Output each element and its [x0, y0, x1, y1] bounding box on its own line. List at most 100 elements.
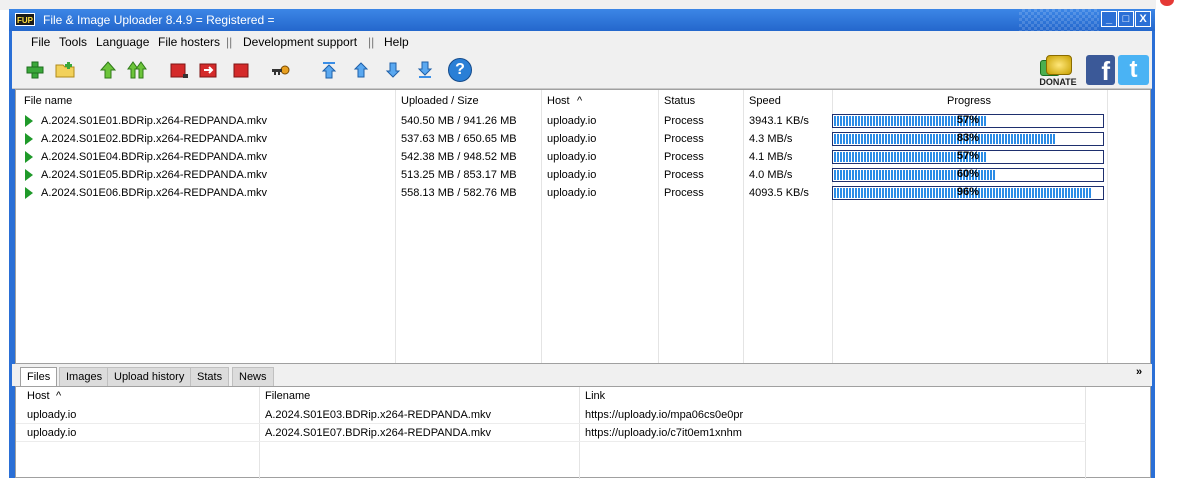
- stop-all-icon[interactable]: [198, 60, 220, 80]
- host: uploady.io: [27, 409, 77, 421]
- upload-row[interactable]: A.2024.S01E01.BDRip.x264-REDPANDA.mkv 54…: [16, 112, 1150, 130]
- help-icon[interactable]: ?: [448, 58, 472, 82]
- move-down-icon[interactable]: [382, 60, 404, 80]
- app-logo-icon: FUP: [15, 13, 35, 26]
- twitter-icon[interactable]: t: [1118, 55, 1149, 85]
- play-icon: [25, 151, 33, 163]
- column-header-filename[interactable]: Filename: [265, 390, 310, 402]
- link-row[interactable]: uploady.io A.2024.S01E07.BDRip.x264-REDP…: [16, 424, 1086, 442]
- tab-upload-history[interactable]: Upload history: [107, 367, 192, 386]
- close-button[interactable]: X: [1135, 11, 1151, 27]
- donate-label: DONATE: [1039, 77, 1077, 87]
- link-row[interactable]: uploady.io A.2024.S01E03.BDRip.x264-REDP…: [16, 406, 1086, 424]
- column-header-uploaded-size[interactable]: Uploaded / Size: [401, 95, 479, 107]
- desktop: FUP File & Image Uploader 8.4.9 = Regist…: [0, 0, 1178, 479]
- bottom-tab-bar: Files Images Upload history Stats News »: [12, 364, 1152, 386]
- play-icon: [25, 115, 33, 127]
- window-title: File & Image Uploader 8.4.9 = Registered…: [43, 13, 275, 27]
- upload-row[interactable]: A.2024.S01E04.BDRip.x264-REDPANDA.mkv 54…: [16, 148, 1150, 166]
- filename: A.2024.S01E03.BDRip.x264-REDPANDA.mkv: [265, 409, 492, 421]
- menu-separator: ||: [368, 35, 375, 49]
- tab-news[interactable]: News: [232, 367, 274, 386]
- progress-bar: 83%: [832, 132, 1104, 146]
- link[interactable]: https://uploady.io/c7it0em1xnhm: [585, 427, 742, 439]
- title-bar[interactable]: FUP File & Image Uploader 8.4.9 = Regist…: [9, 9, 1155, 31]
- stop-icon[interactable]: [168, 60, 190, 80]
- status: Process: [664, 115, 704, 127]
- filename: A.2024.S01E07.BDRip.x264-REDPANDA.mkv: [265, 427, 492, 439]
- uploaded-size: 513.25 MB / 853.17 MB: [401, 169, 517, 181]
- upload-row[interactable]: A.2024.S01E05.BDRip.x264-REDPANDA.mkv 51…: [16, 166, 1150, 184]
- uploaded-size: 540.50 MB / 941.26 MB: [401, 115, 517, 127]
- uploaded-size: 558.13 MB / 582.76 MB: [401, 187, 517, 199]
- play-icon: [25, 187, 33, 199]
- menu-development-support[interactable]: Development support: [243, 35, 357, 49]
- upload-all-icon[interactable]: [126, 60, 148, 80]
- menu-language[interactable]: Language: [96, 35, 149, 49]
- donate-button[interactable]: DONATE: [1032, 54, 1084, 88]
- maximize-button[interactable]: □: [1118, 11, 1134, 27]
- speed: 4.0 MB/s: [749, 169, 793, 181]
- speed: 3943.1 KB/s: [749, 115, 809, 127]
- menu-help[interactable]: Help: [384, 35, 409, 49]
- host: uploady.io: [547, 133, 597, 145]
- menu-separator: ||: [226, 35, 233, 49]
- uploaded-links-list[interactable]: Host ^ Filename Link uploady.io A.2024.S…: [15, 386, 1151, 479]
- add-folder-icon[interactable]: [54, 60, 76, 80]
- speed: 4.3 MB/s: [749, 133, 793, 145]
- menu-bar: File Tools Language File hosters || Deve…: [12, 31, 1152, 52]
- status: Process: [664, 133, 704, 145]
- upload-icon[interactable]: [97, 60, 119, 80]
- upload-row[interactable]: A.2024.S01E02.BDRip.x264-REDPANDA.mkv 53…: [16, 130, 1150, 148]
- host: uploady.io: [547, 151, 597, 163]
- key-icon[interactable]: [270, 60, 292, 80]
- menu-tools[interactable]: Tools: [59, 35, 87, 49]
- progress-label: 83%: [956, 132, 980, 144]
- tab-images[interactable]: Images: [59, 367, 110, 386]
- desktop-edge: [1156, 0, 1178, 478]
- file-name: A.2024.S01E05.BDRip.x264-REDPANDA.mkv: [41, 169, 268, 181]
- minimize-button[interactable]: _: [1101, 11, 1117, 27]
- file-name: A.2024.S01E02.BDRip.x264-REDPANDA.mkv: [41, 133, 268, 145]
- column-header-status[interactable]: Status: [664, 95, 695, 107]
- collapse-panel-icon[interactable]: »: [1136, 366, 1142, 378]
- status: Process: [664, 187, 704, 199]
- host: uploady.io: [547, 187, 597, 199]
- coin-icon: [1046, 55, 1072, 75]
- link[interactable]: https://uploady.io/mpa06cs0e0pr: [585, 409, 743, 421]
- titlebar-pattern: [1019, 9, 1099, 31]
- remove-icon[interactable]: [230, 60, 252, 80]
- move-bottom-icon[interactable]: [414, 60, 436, 80]
- column-header-file-name[interactable]: File name: [24, 95, 72, 107]
- sort-indicator-icon: ^: [56, 390, 62, 402]
- file-name: A.2024.S01E04.BDRip.x264-REDPANDA.mkv: [41, 151, 268, 163]
- upload-queue-list[interactable]: File name Uploaded / Size Host ^ Status …: [15, 89, 1151, 364]
- speed: 4093.5 KB/s: [749, 187, 809, 199]
- file-name: A.2024.S01E06.BDRip.x264-REDPANDA.mkv: [41, 187, 268, 199]
- speed: 4.1 MB/s: [749, 151, 793, 163]
- play-icon: [25, 169, 33, 181]
- move-top-icon[interactable]: [318, 60, 340, 80]
- add-files-icon[interactable]: [24, 60, 46, 80]
- host: uploady.io: [547, 115, 597, 127]
- menu-file-hosters[interactable]: File hosters: [158, 35, 220, 49]
- progress-bar: 96%: [832, 186, 1104, 200]
- menu-file[interactable]: File: [31, 35, 50, 49]
- host: uploady.io: [547, 169, 597, 181]
- app-window: FUP File & Image Uploader 8.4.9 = Regist…: [9, 9, 1155, 479]
- tab-files[interactable]: Files: [20, 367, 58, 386]
- move-up-icon[interactable]: [350, 60, 372, 80]
- status: Process: [664, 151, 704, 163]
- facebook-icon[interactable]: f: [1086, 55, 1115, 86]
- file-name: A.2024.S01E01.BDRip.x264-REDPANDA.mkv: [41, 115, 268, 127]
- uploaded-size: 542.38 MB / 948.52 MB: [401, 151, 517, 163]
- status: Process: [664, 169, 704, 181]
- column-header-progress[interactable]: Progress: [947, 95, 991, 107]
- progress-bar: 60%: [832, 168, 1104, 182]
- column-header-host[interactable]: Host: [27, 390, 50, 402]
- tab-stats[interactable]: Stats: [190, 367, 230, 386]
- column-header-host[interactable]: Host: [547, 95, 570, 107]
- column-header-speed[interactable]: Speed: [749, 95, 781, 107]
- column-header-link[interactable]: Link: [585, 390, 605, 402]
- upload-row[interactable]: A.2024.S01E06.BDRip.x264-REDPANDA.mkv 55…: [16, 184, 1150, 202]
